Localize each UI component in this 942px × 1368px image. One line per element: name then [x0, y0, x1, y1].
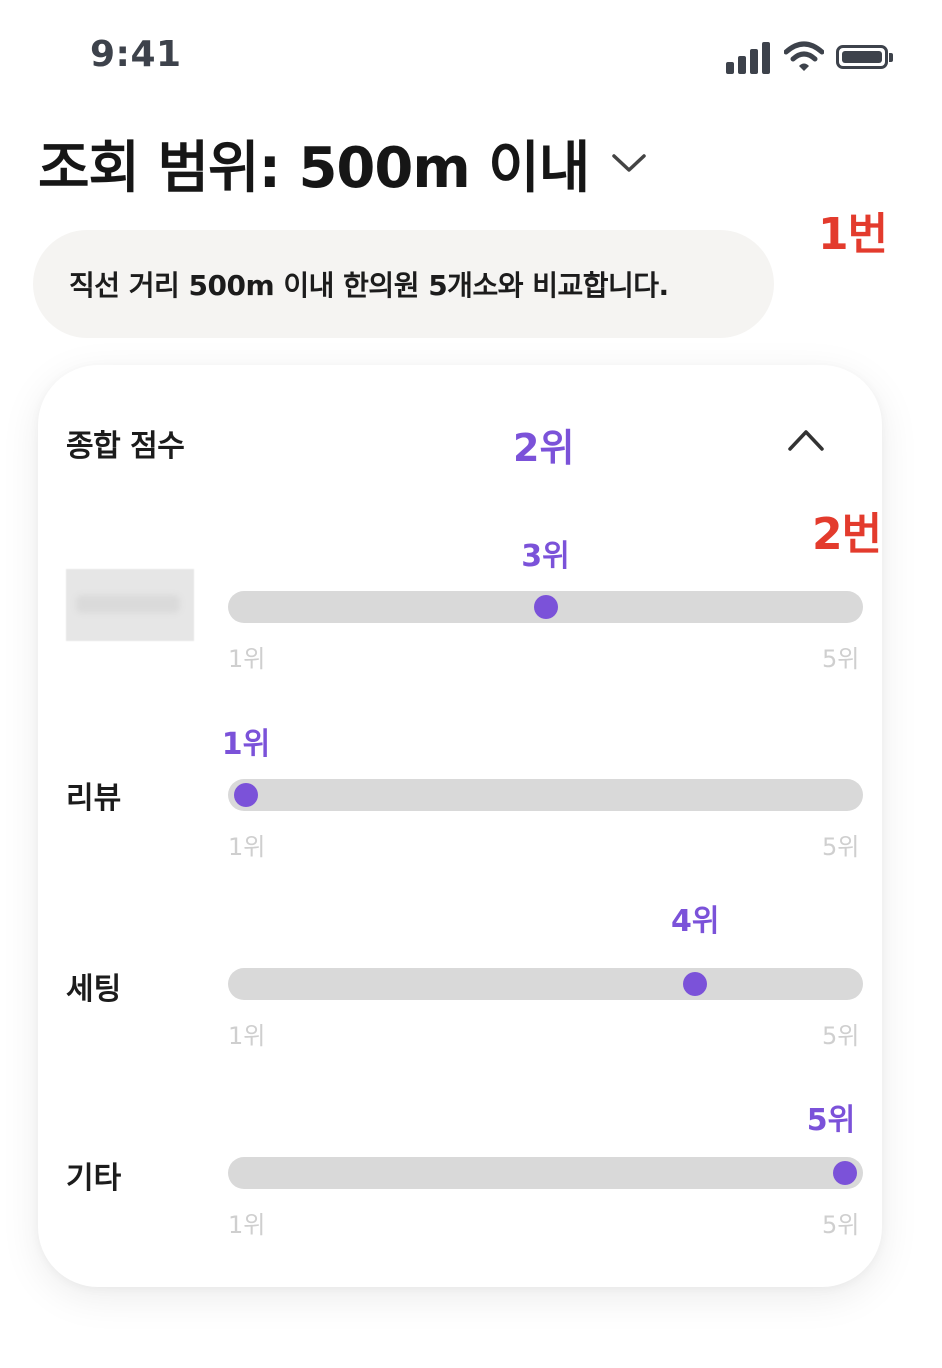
score-card: 종합 점수 2위 2번 3위 1위 5위 리뷰 1위 1위 5위 세팅 4위 1…	[38, 365, 882, 1287]
chevron-up-icon[interactable]	[786, 427, 826, 453]
metric-row-etc: 기타 5위 1위 5위	[38, 1103, 882, 1275]
info-text: 직선 거리 500m 이내 한의원 5개소와 비교합니다.	[69, 269, 669, 302]
wifi-icon	[784, 41, 824, 71]
rank-value: 1위	[221, 727, 271, 762]
rank-thumb	[234, 783, 258, 807]
screen: 9:41 조회 범위: 500m 이내 1번 직선 거리 500m 이내 한의원…	[0, 0, 942, 1368]
scale-min: 1위	[228, 1211, 266, 1239]
rank-value: 5위	[806, 1103, 856, 1138]
status-icons	[726, 40, 898, 76]
scale-min: 1위	[228, 645, 266, 673]
scale-max: 5위	[822, 1211, 860, 1239]
scale-max: 5위	[822, 645, 860, 673]
rank-thumb	[683, 972, 708, 996]
annotation-2: 2번	[812, 509, 882, 560]
rank-track	[228, 779, 863, 811]
scale-max: 5위	[822, 833, 860, 861]
annotation-1: 1번	[818, 209, 888, 260]
scale-max: 5위	[822, 1022, 860, 1050]
metric-row-setting: 세팅 4위 1위 5위	[38, 904, 882, 1086]
chevron-down-icon[interactable]	[611, 152, 647, 174]
range-selector[interactable]: 조회 범위: 500m 이내	[38, 128, 647, 201]
metric-label: 세팅	[66, 972, 122, 1007]
scale-min: 1위	[228, 1022, 266, 1050]
metric-label: 기타	[66, 1161, 122, 1196]
signal-icon	[726, 40, 774, 74]
total-score-label: 종합 점수	[66, 429, 185, 464]
rank-track	[228, 968, 863, 1000]
rank-value: 4위	[671, 904, 720, 939]
blurred-label	[66, 569, 194, 641]
metric-row-hidden: 3위 1위 5위	[38, 539, 882, 709]
rank-track	[228, 1157, 863, 1189]
metric-row-review: 리뷰 1위 1위 5위	[38, 727, 882, 897]
status-time: 9:41	[90, 34, 182, 75]
rank-track	[228, 591, 863, 623]
info-pill: 직선 거리 500m 이내 한의원 5개소와 비교합니다.	[33, 230, 774, 338]
battery-icon	[836, 45, 893, 69]
metric-label: 리뷰	[66, 781, 122, 816]
rank-thumb	[533, 595, 558, 619]
total-score-rank: 2위	[513, 426, 575, 470]
scale-min: 1위	[228, 833, 266, 861]
rank-value: 3위	[521, 539, 570, 574]
page-title: 조회 범위: 500m 이내	[38, 135, 590, 201]
rank-thumb	[833, 1161, 857, 1185]
